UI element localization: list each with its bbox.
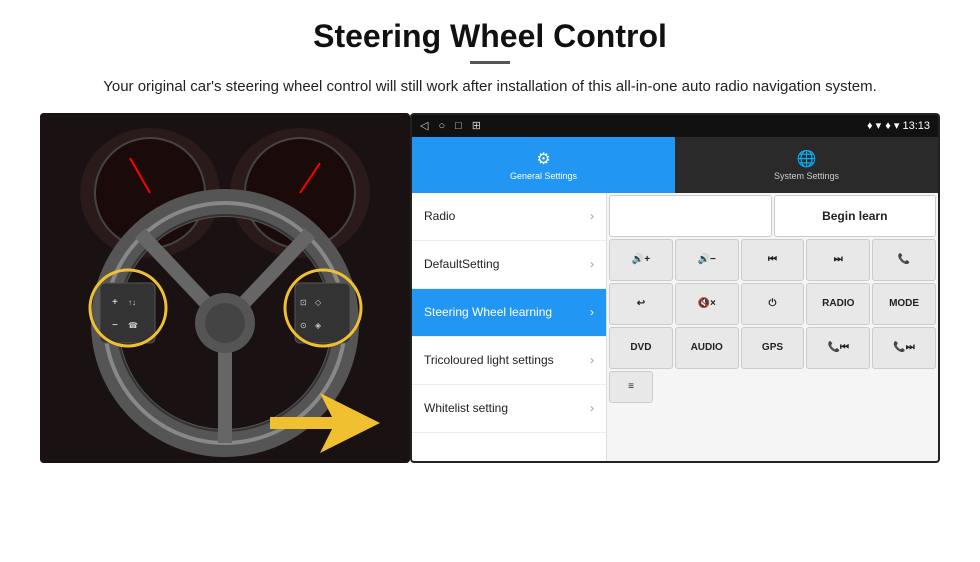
gps-label: GPS (762, 342, 783, 353)
controls-row-2: ↩ 🔇× ⏻ RADIO MODE (609, 283, 936, 325)
menu-item-tricolour[interactable]: Tricoloured light settings › (412, 337, 606, 385)
page-title: Steering Wheel Control (313, 18, 667, 55)
menu-item-radio-label: Radio (424, 209, 455, 223)
ctrl-call-next[interactable]: 📞⏭ (872, 327, 936, 369)
ctrl-prev-track[interactable]: ⏮ (741, 239, 805, 281)
ctrl-radio[interactable]: RADIO (806, 283, 870, 325)
main-content: Radio › DefaultSetting › Steering Wheel … (412, 193, 938, 461)
begin-learn-button[interactable]: Begin learn (774, 195, 937, 237)
menu-item-default[interactable]: DefaultSetting › (412, 241, 606, 289)
ctrl-list[interactable]: ≡ (609, 371, 653, 403)
ctrl-mute[interactable]: 🔇× (675, 283, 739, 325)
hang-up-icon: ↩ (637, 298, 645, 309)
clock: ♦ ▾ 13:13 (885, 119, 930, 132)
ctrl-hang-up[interactable]: ↩ (609, 283, 673, 325)
tab-general-settings[interactable]: ⚙ General Settings (412, 137, 675, 193)
power-icon: ⏻ (769, 298, 777, 309)
mode-label: MODE (889, 298, 919, 309)
page: Steering Wheel Control Your original car… (0, 0, 980, 562)
status-bar: ◁ ○ □ ⊞ ♦ ▾ ♦ ▾ 13:13 (412, 115, 938, 137)
tab-general-label: General Settings (510, 171, 577, 181)
ctrl-dvd[interactable]: DVD (609, 327, 673, 369)
chevron-icon-whitelist: › (590, 401, 594, 415)
ctrl-next-track[interactable]: ⏭ (806, 239, 870, 281)
call-next-icon: 📞⏭ (893, 342, 914, 353)
list-icon: ≡ (628, 381, 634, 392)
svg-text:◈: ◈ (315, 321, 322, 330)
controls-panel: Begin learn 🔊+ 🔊− ⏮ (607, 193, 938, 461)
ctrl-call-prev[interactable]: 📞⏮ (806, 327, 870, 369)
controls-row-1: 🔊+ 🔊− ⏮ ⏭ 📞 (609, 239, 936, 281)
radio-label: RADIO (822, 298, 854, 309)
menu-item-radio[interactable]: Radio › (412, 193, 606, 241)
prev-track-icon: ⏮ (768, 254, 777, 265)
tab-system-label: System Settings (774, 171, 839, 181)
menu-item-default-label: DefaultSetting (424, 257, 499, 271)
dvd-label: DVD (630, 342, 651, 353)
ctrl-vol-up[interactable]: 🔊+ (609, 239, 673, 281)
android-screen: ◁ ○ □ ⊞ ♦ ▾ ♦ ▾ 13:13 ⚙ General Settings… (410, 113, 940, 463)
ctrl-vol-down[interactable]: 🔊− (675, 239, 739, 281)
controls-row-0: Begin learn (609, 195, 936, 237)
chevron-icon-radio: › (590, 209, 594, 223)
audio-label: AUDIO (691, 342, 723, 353)
chevron-icon-tricolour: › (590, 353, 594, 367)
menu-item-tricolour-label: Tricoloured light settings (424, 353, 554, 367)
ctrl-gps[interactable]: GPS (741, 327, 805, 369)
mute-icon: 🔇× (698, 298, 716, 309)
home-nav-icon[interactable]: ○ (438, 120, 445, 132)
ctrl-call[interactable]: 📞 (872, 239, 936, 281)
call-prev-icon: 📞⏮ (828, 342, 849, 353)
steering-wheel-image: + − ↑↓ ☎ ⊡ ◇ ⊙ ◈ (40, 113, 410, 463)
call-icon: 📞 (898, 254, 910, 265)
ctrl-empty (609, 195, 772, 237)
vol-up-icon: 🔊+ (632, 254, 650, 265)
signal-icon: ♦ ▾ (867, 119, 881, 132)
svg-text:⊡: ⊡ (300, 298, 307, 307)
controls-row-4: ≡ (609, 371, 936, 403)
gear-icon: ⚙ (536, 149, 550, 169)
content-row: + − ↑↓ ☎ ⊡ ◇ ⊙ ◈ (40, 113, 940, 553)
controls-row-3: DVD AUDIO GPS 📞⏮ 📞⏭ (609, 327, 936, 369)
ctrl-mode[interactable]: MODE (872, 283, 936, 325)
top-tabs: ⚙ General Settings 🌐 System Settings (412, 137, 938, 193)
svg-text:+: + (112, 297, 118, 308)
chevron-icon-steering: › (590, 305, 594, 319)
menu-nav-icon[interactable]: ⊞ (472, 119, 481, 132)
menu-item-steering-label: Steering Wheel learning (424, 305, 552, 319)
back-nav-icon[interactable]: ◁ (420, 119, 428, 132)
chevron-icon-default: › (590, 257, 594, 271)
tab-system-settings[interactable]: 🌐 System Settings (675, 137, 938, 193)
menu-panel: Radio › DefaultSetting › Steering Wheel … (412, 193, 607, 461)
menu-item-steering[interactable]: Steering Wheel learning › (412, 289, 606, 337)
svg-text:⊙: ⊙ (300, 321, 307, 330)
next-track-icon: ⏭ (834, 254, 843, 265)
menu-item-whitelist-label: Whitelist setting (424, 401, 508, 415)
status-bar-nav: ◁ ○ □ ⊞ (420, 119, 481, 132)
status-bar-info: ♦ ▾ ♦ ▾ 13:13 (867, 119, 930, 132)
globe-icon: 🌐 (797, 149, 817, 169)
svg-text:☎: ☎ (128, 321, 138, 330)
svg-text:◇: ◇ (315, 298, 322, 307)
page-subtitle: Your original car's steering wheel contr… (103, 76, 877, 99)
ctrl-audio[interactable]: AUDIO (675, 327, 739, 369)
svg-text:−: − (112, 320, 118, 331)
title-divider (470, 61, 510, 64)
vol-down-icon: 🔊− (698, 254, 716, 265)
ctrl-power[interactable]: ⏻ (741, 283, 805, 325)
recent-nav-icon[interactable]: □ (455, 120, 462, 132)
menu-item-whitelist[interactable]: Whitelist setting › (412, 385, 606, 433)
svg-text:↑↓: ↑↓ (128, 298, 136, 307)
